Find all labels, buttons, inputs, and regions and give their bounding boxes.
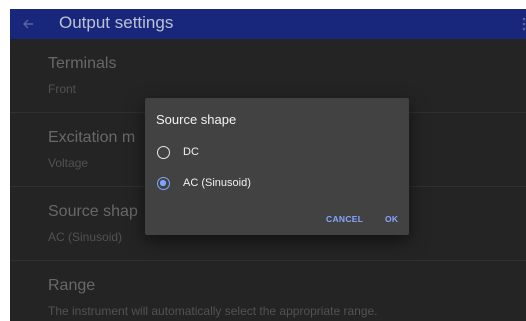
ok-button[interactable]: OK [385, 212, 398, 226]
source-shape-dialog: Source shape DC AC (Sinusoid) CANCEL OK [145, 98, 409, 235]
option-label: DC [183, 146, 199, 158]
cancel-button[interactable]: CANCEL [326, 212, 363, 226]
option-ac-sinusoid[interactable]: AC (Sinusoid) [145, 170, 409, 198]
radio-checked-icon[interactable] [157, 177, 170, 190]
dialog-title: Source shape [156, 112, 237, 127]
radio-unchecked-icon[interactable] [157, 146, 170, 159]
option-label: AC (Sinusoid) [183, 177, 251, 189]
output-settings-screen: Output settings Terminals Front Excitati… [10, 9, 526, 321]
option-dc[interactable]: DC [145, 139, 409, 167]
